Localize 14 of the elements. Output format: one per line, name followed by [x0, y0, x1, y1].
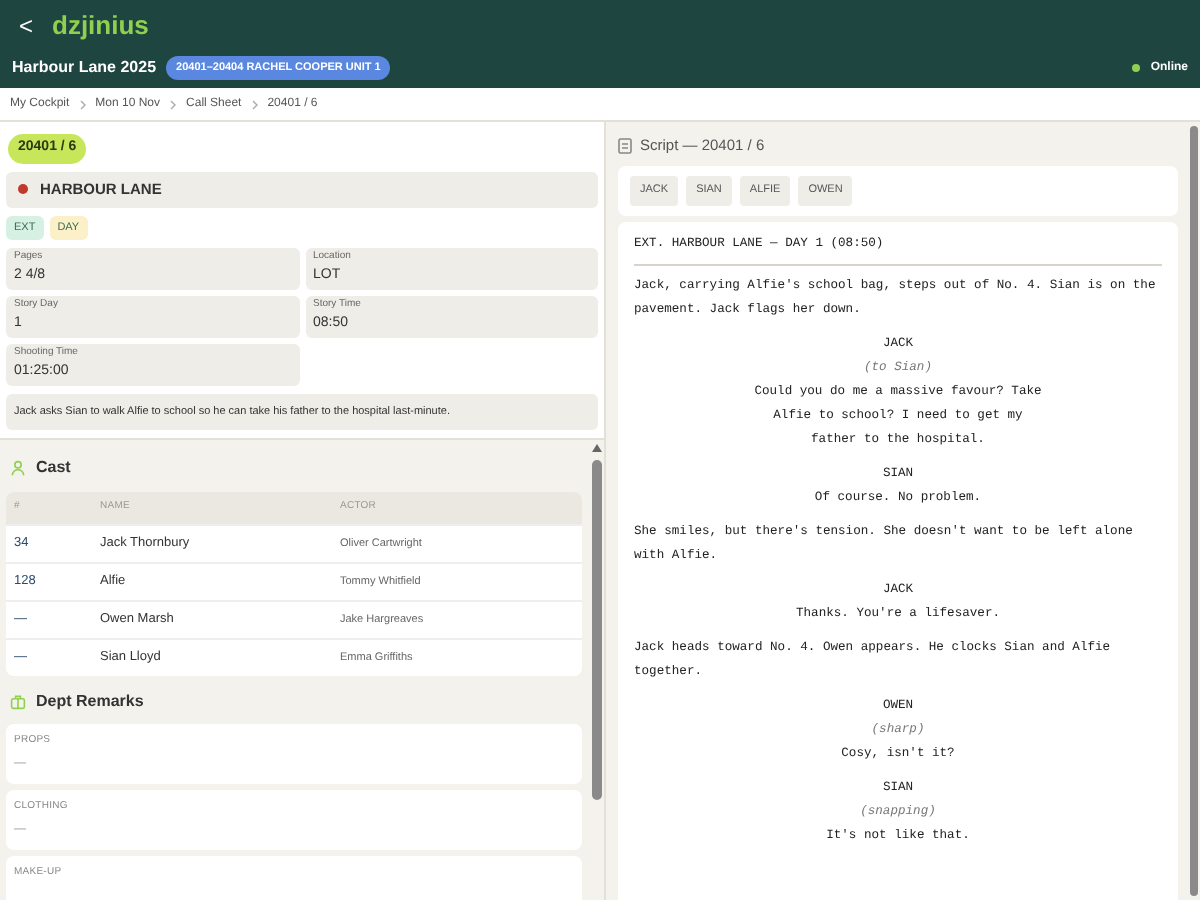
- person-icon: [10, 460, 26, 476]
- chevron-right-icon: [170, 99, 177, 109]
- document-icon: [618, 137, 632, 154]
- briefcase-icon: [10, 694, 26, 710]
- chevron-right-icon: [79, 99, 86, 109]
- scroll-up-icon: [591, 444, 601, 452]
- back-button[interactable]: <: [12, 8, 40, 44]
- section-title: Dept Remarks: [36, 690, 144, 714]
- scrollbar-thumb[interactable]: [1190, 126, 1198, 896]
- scrollbar-thumb[interactable]: [591, 460, 601, 800]
- section-title: Cast: [36, 456, 71, 480]
- app-logo: dzjinius: [52, 8, 149, 45]
- chevron-right-icon: [251, 99, 258, 109]
- project-name: Harbour Lane 2025: [12, 56, 157, 80]
